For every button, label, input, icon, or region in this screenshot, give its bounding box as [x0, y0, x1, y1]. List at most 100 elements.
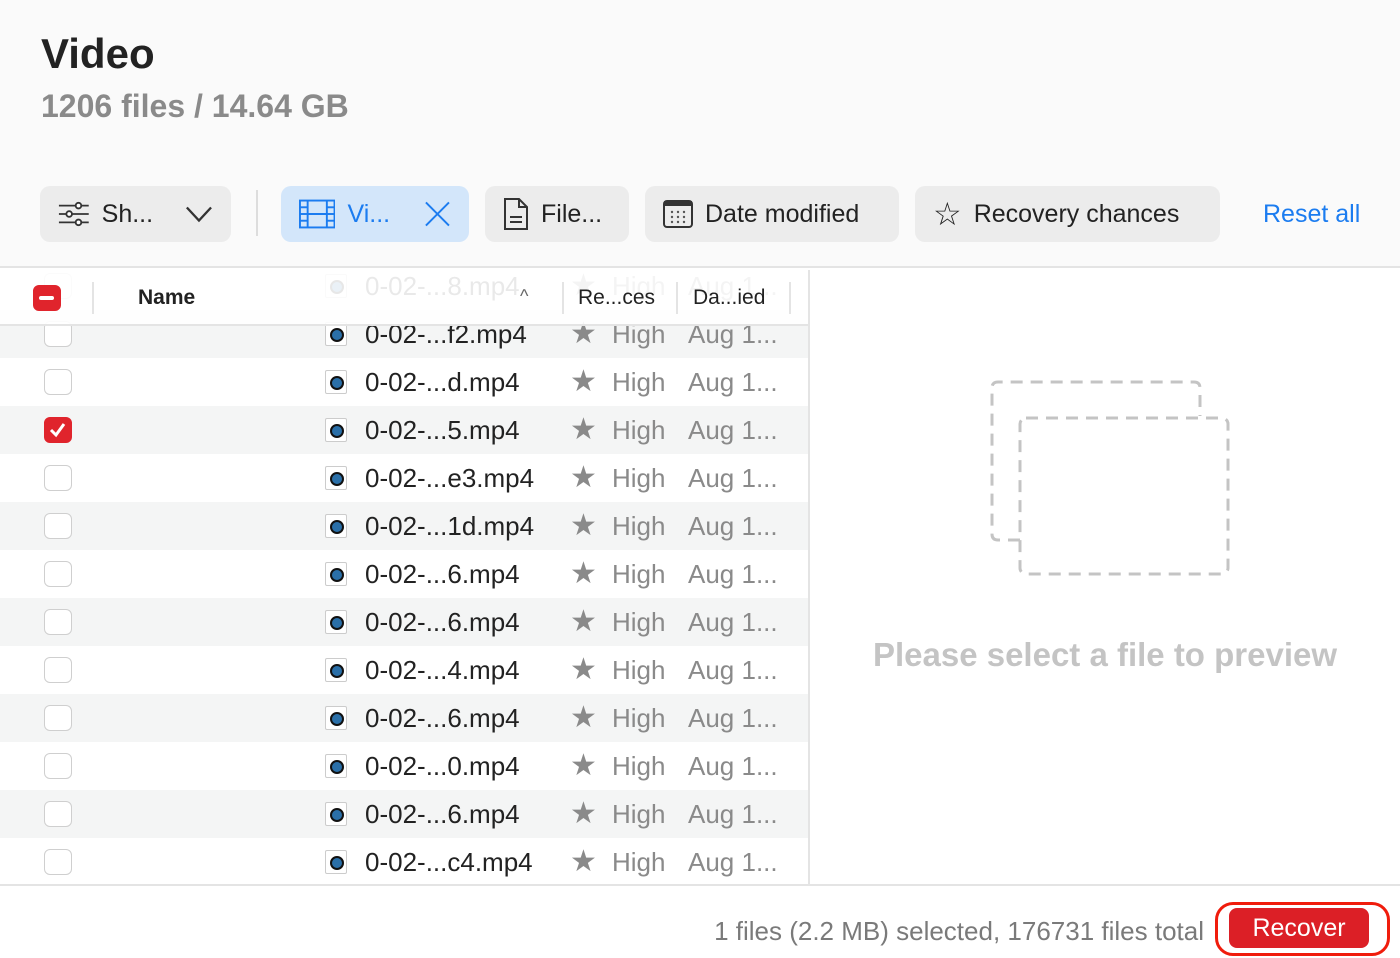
row-checkbox[interactable] [44, 849, 72, 875]
row-checkbox[interactable] [44, 801, 72, 827]
video-file-icon [325, 754, 347, 778]
row-checkbox[interactable] [44, 705, 72, 731]
row-checkbox[interactable] [44, 369, 72, 395]
page-subtitle: 1206 files / 14.64 GB [41, 88, 349, 124]
reset-all-link[interactable]: Reset all [1263, 200, 1360, 229]
preview-placeholder-icon [990, 380, 1230, 576]
date-modified: Aug 1... [688, 847, 778, 877]
recover-button[interactable]: Recover [1229, 908, 1369, 948]
divider [256, 190, 258, 236]
table-row[interactable]: 0-02-...6.mp4 ★ High Aug 1... [0, 694, 808, 742]
date-modified: Aug 1... [688, 751, 778, 781]
recovery-chance: High [612, 751, 666, 781]
recovery-chance: High [612, 799, 666, 829]
row-checkbox[interactable] [44, 753, 72, 779]
table-row[interactable]: 0-02-...6.mp4 ★ High Aug 1... [0, 598, 808, 646]
column-date-modified[interactable]: Da...ied [693, 286, 765, 310]
video-file-icon [325, 466, 347, 490]
show-filter-button[interactable]: Sh... [40, 186, 231, 242]
star-icon: ★ [570, 701, 597, 734]
table-row[interactable]: 0-02-...4.mp4 ★ High Aug 1... [0, 646, 808, 694]
date-modified: Aug 1... [688, 463, 778, 493]
sort-ascending-icon[interactable]: ^ [520, 286, 528, 307]
recovery-chance: High [612, 607, 666, 637]
recovery-chance: High [612, 847, 666, 877]
recovery-chance: High [612, 367, 666, 397]
row-checkbox[interactable] [44, 465, 72, 491]
file-name: 0-02-...c4.mp4 [365, 847, 533, 877]
film-icon [299, 199, 336, 229]
video-file-icon [325, 418, 347, 442]
file-type-filter-label: File... [541, 199, 603, 228]
table-row[interactable]: 0-02-...e3.mp4 ★ High Aug 1... [0, 454, 808, 502]
file-name: 0-02-...e3.mp4 [365, 463, 535, 493]
star-icon: ★ [570, 557, 597, 590]
chevron-down-icon [186, 206, 212, 223]
calendar-icon [663, 200, 693, 228]
footer: 1 files (2.2 MB) selected, 176731 files … [0, 884, 1400, 958]
video-filter-label: Vi... [347, 199, 391, 228]
show-filter-label: Sh... [101, 199, 154, 228]
file-name: 0-02-...4.mp4 [365, 655, 520, 685]
file-name: 0-02-...6.mp4 [365, 703, 520, 733]
video-filter-chip[interactable]: Vi... [281, 186, 469, 242]
table-row[interactable]: 0-02-...0.mp4 ★ High Aug 1... [0, 742, 808, 790]
date-modified: Aug 1... [688, 559, 778, 589]
date-modified: Aug 1... [688, 511, 778, 541]
file-name: 0-02-...0.mp4 [365, 751, 520, 781]
recovery-chance: High [612, 511, 666, 541]
sliders-icon [58, 201, 89, 227]
file-name: 0-02-...d.mp4 [365, 367, 520, 397]
row-checkbox[interactable] [44, 609, 72, 635]
recovery-chance: High [612, 415, 666, 445]
row-checkbox[interactable] [44, 513, 72, 539]
star-icon: ★ [570, 797, 597, 830]
table-header: Name ^ Re...ces Da...ied [0, 270, 808, 326]
date-modified: Aug 1... [688, 367, 778, 397]
recovery-chance: High [612, 463, 666, 493]
star-icon: ★ [570, 509, 597, 542]
preview-pane: Please select a file to preview [808, 270, 1400, 884]
row-checkbox[interactable] [44, 561, 72, 587]
row-checkbox[interactable] [44, 417, 72, 443]
file-name: 0-02-...6.mp4 [365, 799, 520, 829]
file-name: 0-02-...6.mp4 [365, 559, 520, 589]
star-icon: ★ [570, 365, 597, 398]
table-row[interactable]: 0-02-...c4.mp4 ★ High Aug 1... [0, 838, 808, 884]
video-file-icon [325, 610, 347, 634]
recovery-chances-filter-label: Recovery chances [973, 199, 1180, 228]
selection-status: 1 files (2.2 MB) selected, 176731 files … [714, 916, 1204, 946]
video-file-icon [325, 706, 347, 730]
date-modified: Aug 1... [688, 415, 778, 445]
date-modified: Aug 1... [688, 607, 778, 637]
video-file-icon [325, 850, 347, 874]
table-row[interactable]: 0-02-...d.mp4 ★ High Aug 1... [0, 358, 808, 406]
table-row[interactable]: 0-02-...5.mp4 ★ High Aug 1... [0, 406, 808, 454]
page-title: Video [41, 30, 155, 77]
date-modified-filter-button[interactable]: Date modified [645, 186, 899, 242]
file-type-filter-button[interactable]: File... [485, 186, 629, 242]
table-row[interactable]: 0-02-...6.mp4 ★ High Aug 1... [0, 790, 808, 838]
row-checkbox[interactable] [44, 657, 72, 683]
select-all-checkbox[interactable] [33, 285, 61, 311]
preview-message: Please select a file to preview [872, 636, 1338, 673]
video-file-icon [325, 658, 347, 682]
recovery-chances-filter-button[interactable]: ☆ Recovery chances [915, 186, 1220, 242]
document-icon [504, 198, 528, 230]
star-icon: ★ [570, 653, 597, 686]
table-row[interactable]: 0-02-...6.mp4 ★ High Aug 1... [0, 550, 808, 598]
column-name[interactable]: Name [138, 286, 195, 310]
file-list[interactable]: 0-02-...8.mp4 ★ High Aug 1... 0-02-...f2… [0, 270, 808, 884]
date-modified: Aug 1... [688, 655, 778, 685]
table-row[interactable]: 0-02-...1d.mp4 ★ High Aug 1... [0, 502, 808, 550]
star-icon: ★ [570, 413, 597, 446]
column-recovery-chances[interactable]: Re...ces [578, 286, 655, 310]
star-icon: ★ [570, 605, 597, 638]
star-icon: ★ [570, 845, 597, 878]
file-name: 0-02-...6.mp4 [365, 607, 520, 637]
header: Video 1206 files / 14.64 GB Sh... Vi... … [0, 0, 1400, 268]
close-icon[interactable] [424, 200, 451, 228]
star-icon: ☆ [933, 196, 962, 232]
file-name: 0-02-...5.mp4 [365, 415, 520, 445]
date-modified: Aug 1... [688, 799, 778, 829]
